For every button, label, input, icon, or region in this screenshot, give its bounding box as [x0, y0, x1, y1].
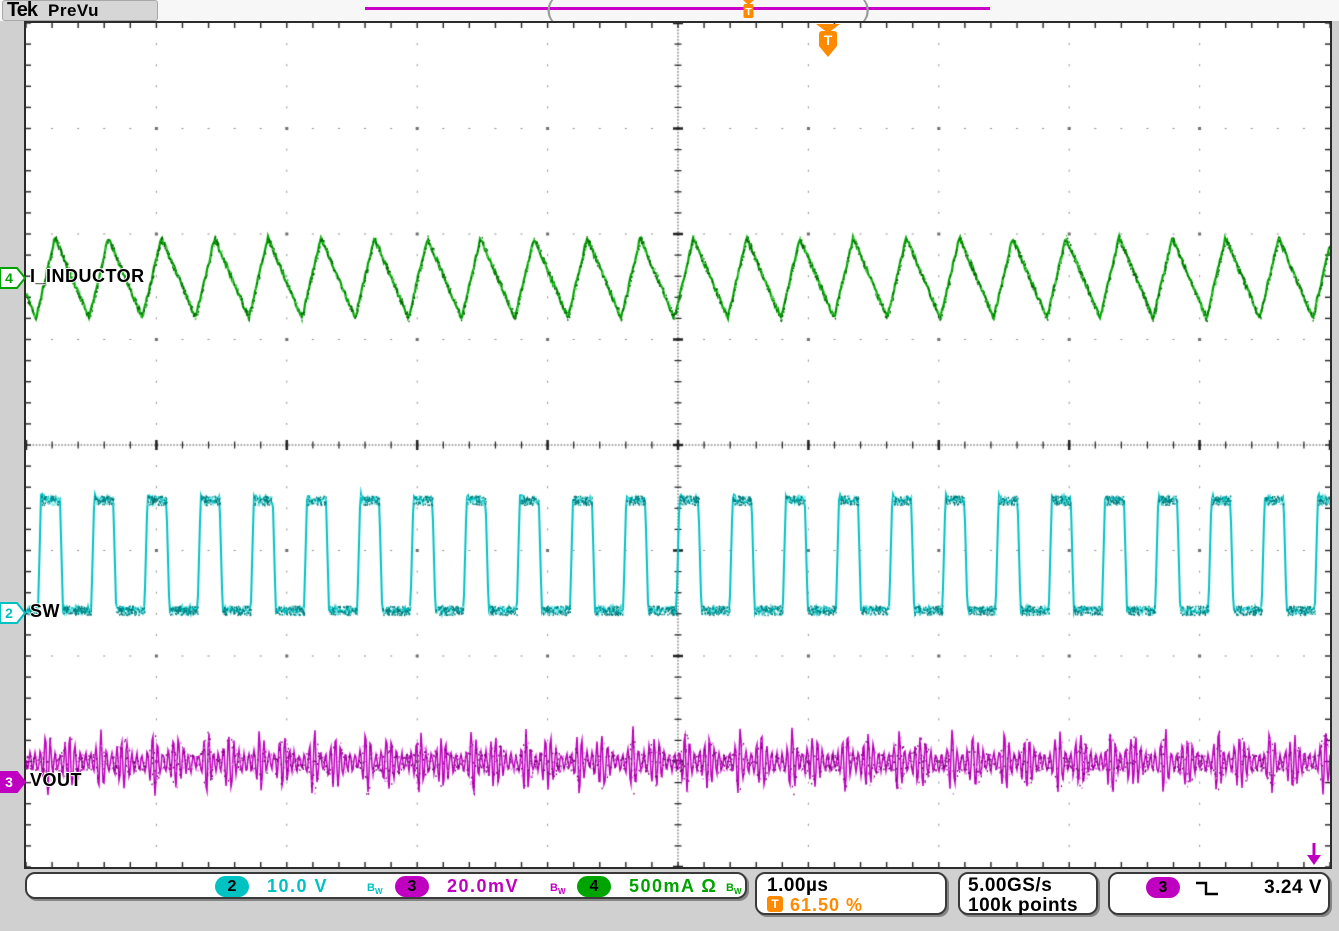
channel-3-badge[interactable]: 3 [395, 876, 429, 897]
trigger-source-badge[interactable]: 3 [1146, 877, 1180, 898]
waveform-canvas [26, 23, 1330, 867]
svg-text:2: 2 [5, 605, 13, 621]
svg-text:T: T [745, 7, 751, 18]
record-length-readout: 100k points [968, 895, 1078, 917]
trigger-position-flag-icon[interactable]: T [815, 24, 841, 59]
waveform-label-sw: SW [30, 601, 60, 622]
trigger-level-readout: 3.24 V [1240, 877, 1322, 899]
waveform-label-vout: VOUT [30, 770, 82, 791]
bandwidth-limit-icon-ch4: BW [726, 876, 742, 902]
record-window-bracket-right: ) [862, 0, 870, 22]
bandwidth-limit-icon-ch3: BW [550, 876, 566, 902]
channel-tag-ch3[interactable]: 3 [0, 771, 26, 793]
channel-readouts-box[interactable]: 2 10.0 V BW 3 20.0mV BW 4 500mA Ω BW [25, 872, 747, 899]
horizontal-readout-box[interactable]: 1.00µs T 61.50 % [755, 872, 947, 915]
top-status-bar: Tek PreVu ( ) T [0, 0, 1339, 21]
bandwidth-limit-icon-ch2: BW [367, 876, 383, 902]
channel-3-scale: 20.0mV [447, 876, 519, 897]
tek-logo: Tek [7, 0, 37, 22]
timebase-readout: 1.00µs [767, 875, 829, 897]
trigger-position-readout: 61.50 % [790, 895, 863, 916]
svg-text:T: T [824, 32, 833, 48]
record-window-bracket-left: ( [546, 0, 554, 22]
channel-4-badge[interactable]: 4 [577, 876, 611, 897]
trigger-readout-box[interactable]: 3 3.24 V [1108, 872, 1330, 915]
acquisition-status: PreVu [48, 1, 99, 21]
scope-display [24, 21, 1332, 869]
svg-text:4: 4 [5, 270, 13, 286]
sample-rate-readout: 5.00GS/s [968, 875, 1052, 897]
falling-edge-icon [1194, 880, 1220, 897]
channel-2-badge[interactable]: 2 [215, 876, 249, 897]
channel-2-scale: 10.0 V [267, 876, 328, 897]
trigger-position-icon: T [767, 896, 783, 912]
channel-tag-ch2[interactable]: 2 [0, 602, 26, 624]
svg-text:3: 3 [5, 774, 13, 790]
channel-tag-ch4[interactable]: 4 [0, 267, 26, 289]
record-trigger-marker-icon[interactable]: T [741, 0, 756, 21]
channel-4-scale: 500mA Ω [629, 876, 717, 897]
acquisition-status-box: Tek PreVu [2, 0, 158, 21]
acquisition-readout-box[interactable]: 5.00GS/s 100k points [958, 872, 1098, 915]
waveform-label-i-inductor: I_INDUCTOR [30, 266, 145, 287]
trigger-level-arrow-icon[interactable] [1306, 843, 1322, 866]
record-view-bar[interactable] [365, 7, 990, 10]
